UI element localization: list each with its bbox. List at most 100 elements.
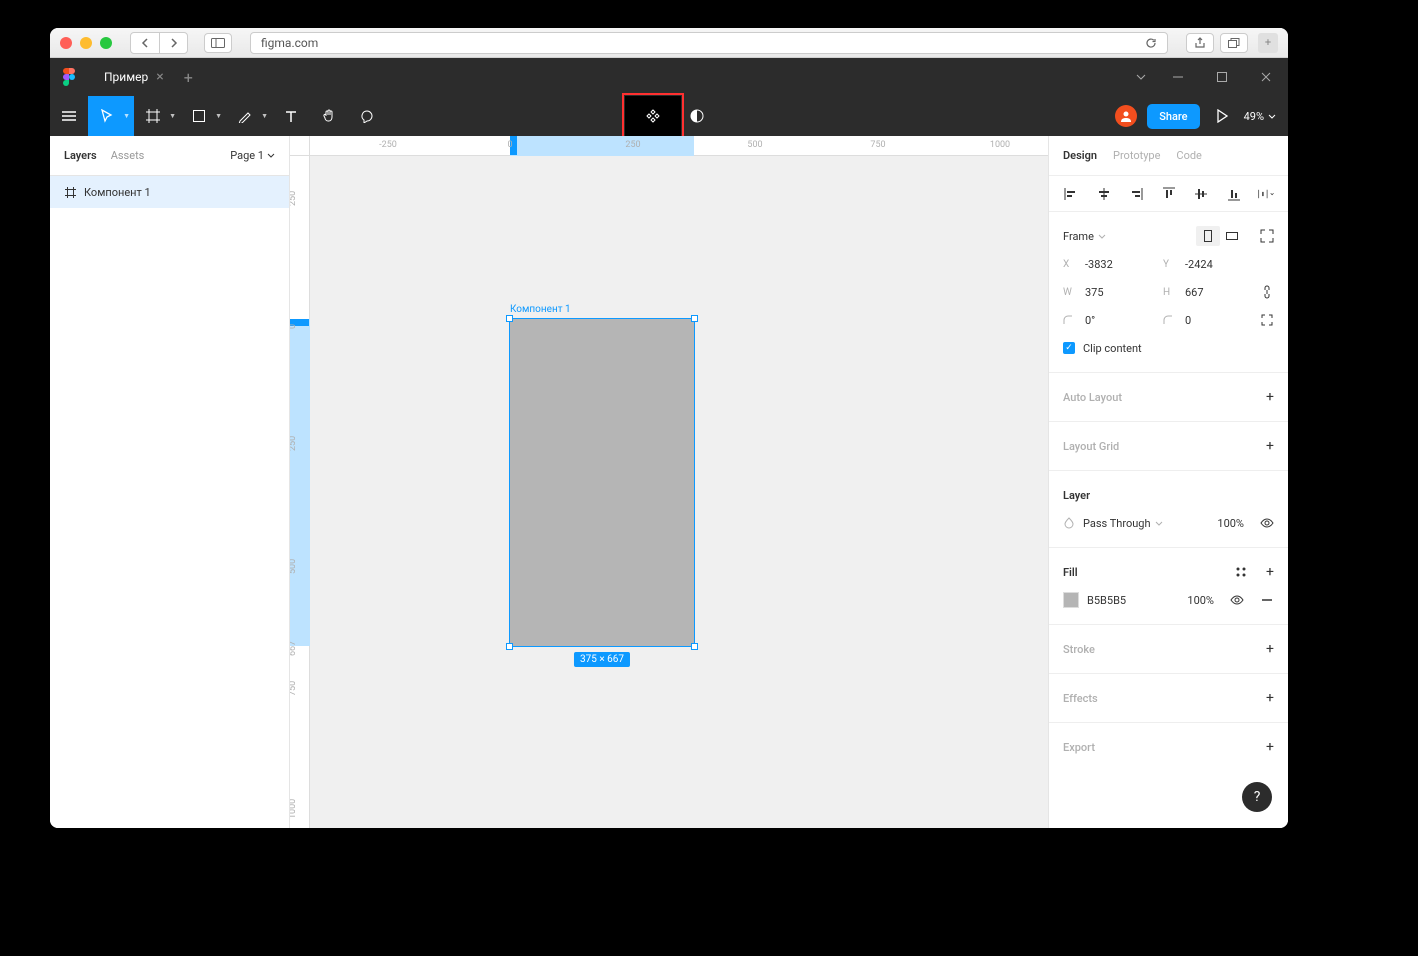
window-zoom[interactable] xyxy=(100,37,112,49)
text-tool[interactable] xyxy=(272,96,310,136)
x-input[interactable]: -3832 xyxy=(1085,258,1135,271)
mask-button[interactable] xyxy=(681,96,713,136)
main-menu-button[interactable] xyxy=(50,96,88,136)
align-left-icon[interactable] xyxy=(1063,186,1079,202)
corner-radius-input[interactable]: 0 xyxy=(1185,314,1235,327)
frame-label[interactable]: Компонент 1 xyxy=(510,304,571,315)
tab-layers[interactable]: Layers xyxy=(64,149,97,162)
browser-right-buttons: + xyxy=(1186,33,1278,53)
reload-icon[interactable] xyxy=(1145,37,1157,49)
win-maximize[interactable] xyxy=(1200,58,1244,96)
help-button[interactable]: ? xyxy=(1242,782,1272,812)
stroke-section: Stroke+ xyxy=(1049,625,1288,674)
rotation-input[interactable]: 0° xyxy=(1085,314,1135,327)
zoom-selector[interactable]: 49% xyxy=(1244,110,1276,123)
add-layout-grid[interactable]: + xyxy=(1266,438,1274,454)
layer-section: Layer Pass Through 100% xyxy=(1049,471,1288,548)
blend-mode-selector[interactable]: Pass Through xyxy=(1083,517,1163,530)
present-button[interactable] xyxy=(1210,109,1234,123)
window-menu-chevron[interactable] xyxy=(1126,58,1156,96)
constrain-proportions-icon[interactable] xyxy=(1260,285,1274,299)
fill-opacity-input[interactable]: 100% xyxy=(1187,594,1214,607)
chevron-down-icon: ▼ xyxy=(215,112,222,120)
file-tab[interactable]: Пример × xyxy=(90,63,174,91)
add-stroke[interactable]: + xyxy=(1266,641,1274,657)
frame-icon xyxy=(64,186,76,198)
back-button[interactable] xyxy=(131,33,159,53)
align-bottom-icon[interactable] xyxy=(1226,186,1242,202)
tab-assets[interactable]: Assets xyxy=(111,149,145,162)
h-input[interactable]: 667 xyxy=(1185,286,1235,299)
url-bar[interactable]: figma.com xyxy=(250,32,1168,54)
landscape-button[interactable] xyxy=(1220,226,1244,246)
zoom-value: 49% xyxy=(1244,110,1264,123)
distribute-icon[interactable] xyxy=(1258,186,1274,202)
add-effect[interactable]: + xyxy=(1266,690,1274,706)
move-tool[interactable]: ▼ xyxy=(88,96,134,136)
new-tab-button[interactable]: + xyxy=(1258,33,1278,53)
win-close[interactable] xyxy=(1244,58,1288,96)
w-input[interactable]: 375 xyxy=(1085,286,1135,299)
align-hcenter-icon[interactable] xyxy=(1096,186,1112,202)
share-button[interactable]: Share xyxy=(1147,104,1199,129)
layer-name: Компонент 1 xyxy=(84,186,151,199)
sidebar-toggle[interactable] xyxy=(204,33,232,53)
share-browser-button[interactable] xyxy=(1186,33,1214,53)
fill-section: Fill + B5B5B5 100% xyxy=(1049,548,1288,625)
tabs-button[interactable] xyxy=(1220,33,1248,53)
canvas[interactable]: -250 0 250 500 750 1000 250 0 250 500 66… xyxy=(290,136,1048,828)
browser-titlebar: figma.com + xyxy=(50,28,1288,58)
win-minimize[interactable] xyxy=(1156,58,1200,96)
tab-code[interactable]: Code xyxy=(1176,149,1201,162)
toolbar-right: Share 49% xyxy=(1115,96,1288,136)
resize-handle-tl[interactable] xyxy=(506,315,513,322)
layout-grid-title: Layout Grid xyxy=(1063,440,1119,453)
forward-button[interactable] xyxy=(159,33,187,53)
clip-content-checkbox[interactable]: ✓ xyxy=(1063,342,1075,354)
selected-frame[interactable] xyxy=(510,319,694,646)
window-minimize[interactable] xyxy=(80,37,92,49)
comment-tool[interactable] xyxy=(348,96,386,136)
new-file-tab[interactable]: + xyxy=(174,68,203,87)
add-fill[interactable]: + xyxy=(1266,564,1274,580)
add-auto-layout[interactable]: + xyxy=(1266,389,1274,405)
figma-toolbar: ▼ ▼ ▼ ▼ Create Component Ctrl+Alt+K Shar… xyxy=(50,96,1288,136)
independent-corners-icon[interactable] xyxy=(1260,313,1274,327)
fill-hex-input[interactable]: B5B5B5 xyxy=(1087,594,1126,607)
fill-visibility-icon[interactable] xyxy=(1230,593,1244,607)
resize-handle-br[interactable] xyxy=(691,643,698,650)
align-top-icon[interactable] xyxy=(1161,186,1177,202)
portrait-button[interactable] xyxy=(1196,226,1220,246)
create-component-button[interactable]: Create Component Ctrl+Alt+K xyxy=(625,96,681,136)
resize-handle-tr[interactable] xyxy=(691,315,698,322)
remove-fill-icon[interactable] xyxy=(1260,593,1274,607)
fill-style-icon[interactable] xyxy=(1234,565,1248,579)
pen-tool[interactable]: ▼ xyxy=(226,96,272,136)
user-avatar[interactable] xyxy=(1115,105,1137,127)
visibility-icon[interactable] xyxy=(1260,516,1274,530)
left-panel: Layers Assets Page 1 Компонент 1 xyxy=(50,136,290,828)
toolbar-center: Create Component Ctrl+Alt+K xyxy=(625,96,713,136)
auto-layout-section: Auto Layout+ xyxy=(1049,373,1288,422)
frame-type-selector[interactable]: Frame xyxy=(1063,230,1106,243)
hand-tool[interactable] xyxy=(310,96,348,136)
close-tab-icon[interactable]: × xyxy=(156,69,163,85)
resize-to-fit-icon[interactable] xyxy=(1260,229,1274,243)
figma-logo-icon[interactable] xyxy=(62,67,76,87)
add-export[interactable]: + xyxy=(1266,739,1274,755)
frame-tool[interactable]: ▼ xyxy=(134,96,180,136)
align-vcenter-icon[interactable] xyxy=(1193,186,1209,202)
align-right-icon[interactable] xyxy=(1128,186,1144,202)
y-input[interactable]: -2424 xyxy=(1185,258,1235,271)
fill-color-swatch[interactable] xyxy=(1063,592,1079,608)
shape-tool[interactable]: ▼ xyxy=(180,96,226,136)
right-panel: Design Prototype Code Frame xyxy=(1048,136,1288,828)
layer-row[interactable]: Компонент 1 xyxy=(50,176,289,208)
export-title: Export xyxy=(1063,741,1095,754)
tab-design[interactable]: Design xyxy=(1063,149,1097,162)
resize-handle-bl[interactable] xyxy=(506,643,513,650)
layer-opacity-input[interactable]: 100% xyxy=(1217,517,1244,530)
page-selector[interactable]: Page 1 xyxy=(230,149,275,162)
tab-prototype[interactable]: Prototype xyxy=(1113,149,1160,162)
window-close[interactable] xyxy=(60,37,72,49)
